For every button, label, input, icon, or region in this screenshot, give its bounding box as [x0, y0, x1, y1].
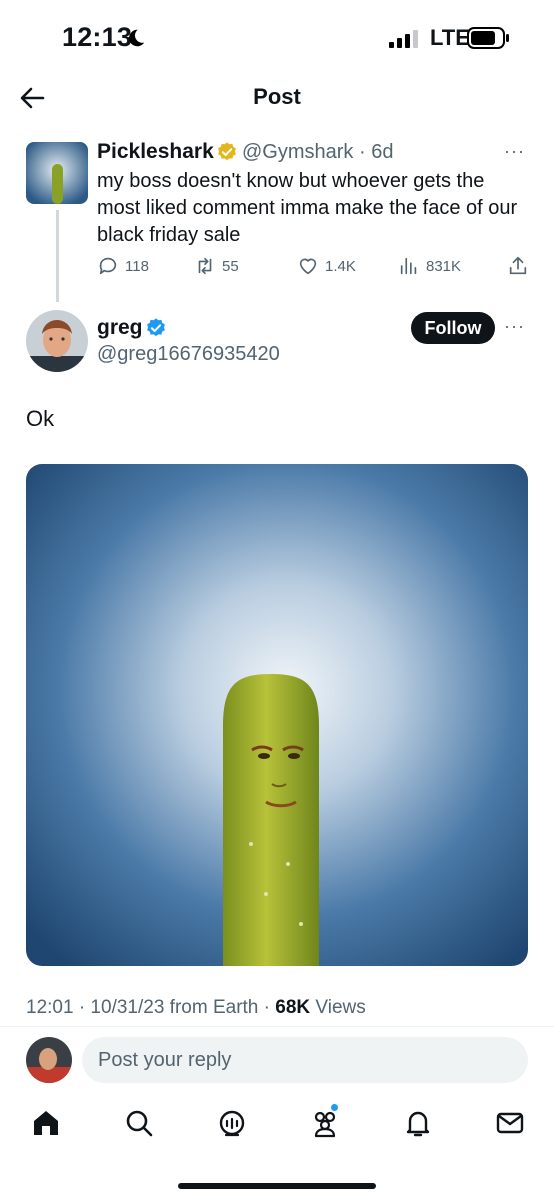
share-button[interactable]: [507, 255, 529, 277]
analytics-icon: [400, 257, 417, 275]
thread-line: [56, 210, 59, 302]
signal-icon: [389, 30, 418, 48]
tweet-text: my boss doesn't know but whoever gets th…: [97, 170, 518, 246]
more-options-icon[interactable]: ···: [504, 316, 525, 337]
divider: [0, 1026, 554, 1027]
more-options-icon[interactable]: ···: [504, 141, 525, 162]
author-handle[interactable]: @greg16676935420: [97, 343, 280, 366]
verified-badge-icon: [147, 318, 165, 337]
heart-icon: [299, 258, 317, 275]
views-button[interactable]: 831K: [398, 255, 461, 277]
verified-badge-icon: [218, 142, 236, 161]
tweet-image[interactable]: [26, 464, 528, 966]
tweet-meta: 12:01 · 10/31/23 from Earth · 68K Views: [26, 997, 366, 1019]
messages-icon[interactable]: [494, 1107, 526, 1139]
author-name[interactable]: Pickleshark: [97, 140, 214, 164]
reply-icon: [99, 257, 117, 275]
communities-icon[interactable]: [309, 1107, 341, 1139]
home-indicator[interactable]: [178, 1183, 376, 1189]
views-count[interactable]: 68K: [275, 997, 310, 1018]
reply-input[interactable]: [82, 1037, 528, 1083]
page-title: Post: [253, 84, 301, 109]
grok-icon[interactable]: [216, 1107, 248, 1139]
action-bar: 118 55 1.4K 831K: [97, 255, 537, 279]
views-label: Views: [310, 997, 366, 1018]
avatar[interactable]: [26, 142, 88, 204]
tweet-timestamp: 12:01 · 10/31/23 from Earth ·: [26, 997, 276, 1018]
network-label: LTE: [430, 25, 470, 50]
notification-dot: [331, 1104, 338, 1111]
author-name[interactable]: greg: [97, 316, 143, 340]
share-icon: [509, 256, 527, 275]
notifications-icon[interactable]: [402, 1107, 434, 1139]
reply-count: 118: [125, 257, 149, 275]
search-icon[interactable]: [123, 1107, 155, 1139]
retweet-button[interactable]: 55: [194, 255, 239, 277]
author-handle[interactable]: @Gymshark · 6d: [242, 141, 393, 164]
avatar: [26, 1037, 72, 1083]
retweet-count: 55: [222, 257, 239, 275]
view-count: 831K: [426, 257, 462, 275]
like-button[interactable]: 1.4K: [297, 255, 356, 277]
tweet-text: Ok: [26, 406, 55, 431]
like-count: 1.4K: [325, 257, 356, 275]
reply-button[interactable]: 118: [97, 255, 149, 277]
retweet-icon: [198, 257, 212, 275]
moon-icon: [129, 29, 145, 47]
status-time: 12:13: [62, 22, 133, 52]
follow-button[interactable]: Follow: [411, 312, 495, 344]
battery-icon: [467, 27, 509, 49]
home-icon[interactable]: [30, 1107, 62, 1139]
avatar[interactable]: [26, 310, 88, 372]
